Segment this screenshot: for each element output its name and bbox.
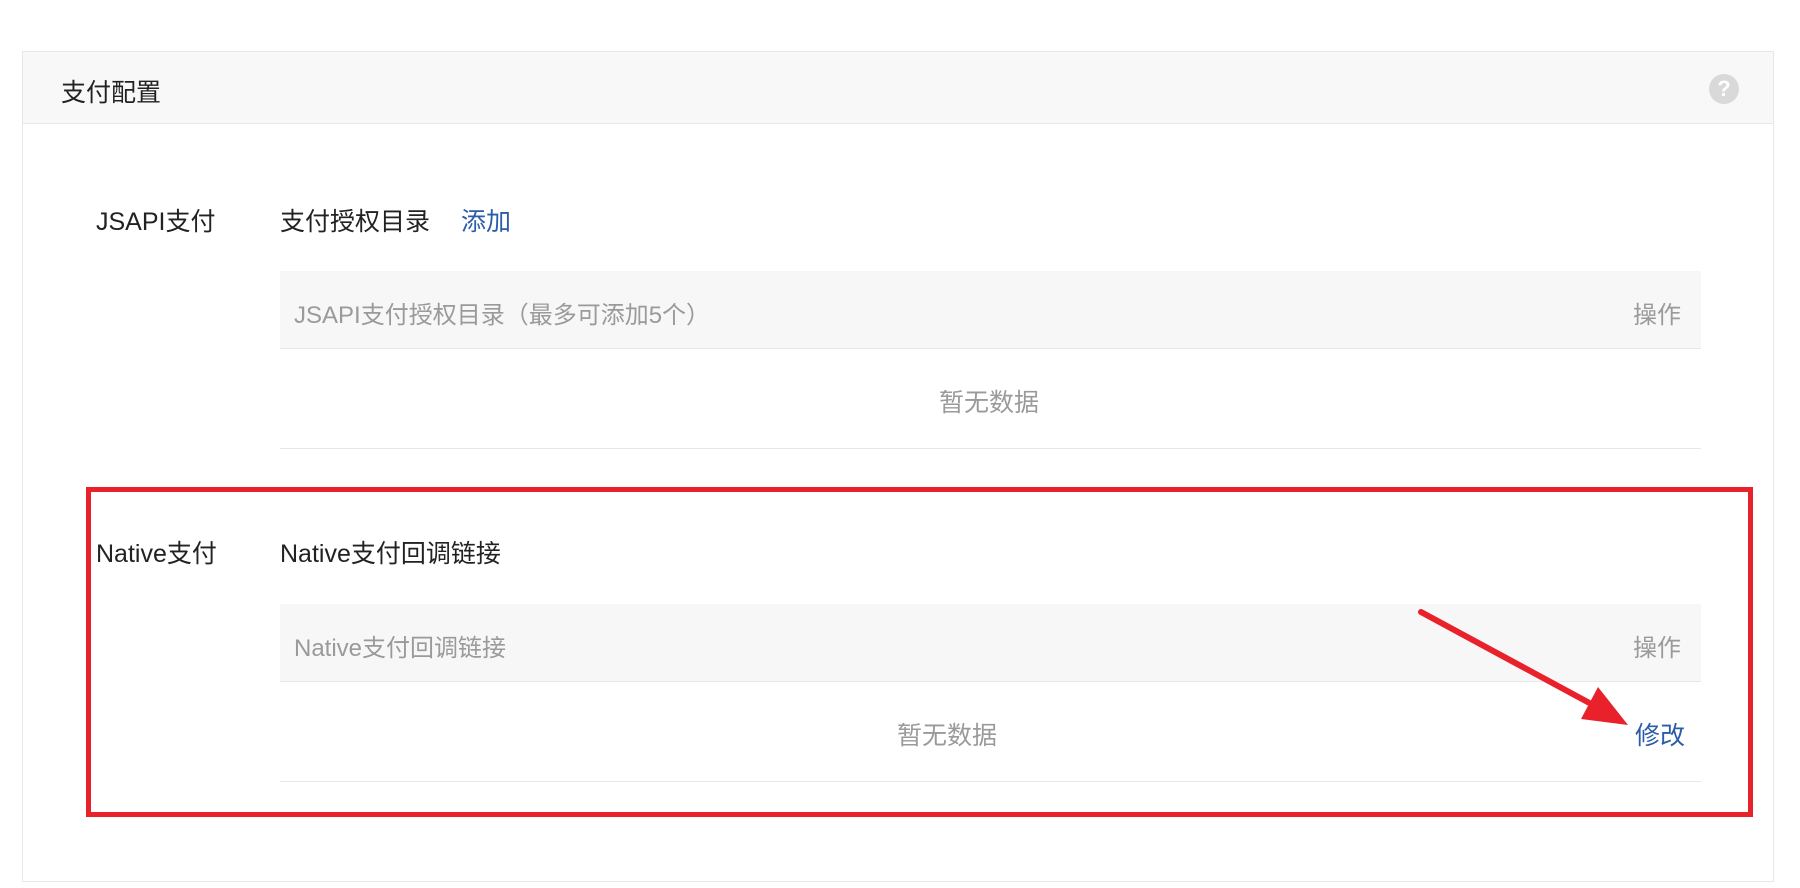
native-section-label: Native支付: [96, 540, 217, 568]
native-table-body: 暂无数据 修改: [280, 682, 1701, 782]
native-callback-title: Native支付回调链接: [280, 540, 501, 568]
jsapi-empty-text: 暂无数据: [939, 389, 1040, 417]
jsapi-table-body: 暂无数据: [280, 349, 1701, 449]
native-table-header-operation: 操作: [1633, 635, 1681, 662]
jsapi-table-header-directory: JSAPI支付授权目录（最多可添加5个）: [294, 302, 711, 329]
jsapi-section-label: JSAPI支付: [96, 208, 216, 236]
question-circle-icon[interactable]: ?: [1709, 74, 1739, 104]
native-table-header-callback: Native支付回调链接: [294, 635, 507, 662]
jsapi-table-header-operation: 操作: [1633, 302, 1681, 329]
add-auth-dir-link[interactable]: 添加: [461, 202, 511, 238]
native-table-header: Native支付回调链接 操作: [280, 604, 1701, 682]
jsapi-auth-dir-title: 支付授权目录: [280, 208, 431, 236]
native-empty-text: 暂无数据: [897, 722, 998, 750]
panel-header: 支付配置 ?: [23, 52, 1773, 124]
edit-callback-link[interactable]: 修改: [1635, 716, 1685, 752]
jsapi-table-header: JSAPI支付授权目录（最多可添加5个） 操作: [280, 271, 1701, 349]
panel-title: 支付配置: [61, 79, 162, 107]
